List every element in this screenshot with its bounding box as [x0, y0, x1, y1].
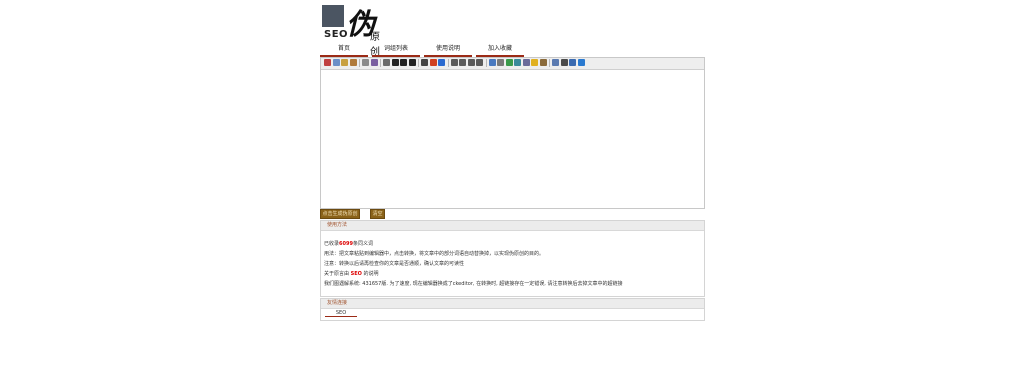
replace-icon[interactable] — [370, 59, 378, 66]
preview-icon[interactable] — [552, 59, 559, 66]
toolbar-separator — [447, 59, 449, 67]
usage-line-text: 用法：把文章粘贴到编辑器中，点击转换，将文章中的部分词语自动替换掉，以实现伪原创… — [324, 251, 545, 257]
paste-icon[interactable] — [341, 59, 348, 66]
usage-line: 注意：转换以后请再检查你的文章是否通顺，确认文章的可读性 — [324, 259, 701, 269]
toolbar-separator — [549, 59, 550, 67]
table-icon[interactable] — [522, 59, 530, 66]
usage-panel-title: 使用方法 — [321, 221, 704, 231]
main-nav: 首页 词组列表 使用说明 加入收藏 — [320, 44, 526, 57]
underline-icon[interactable] — [408, 59, 416, 66]
usage-line-text: 注意：转换以后请再检查你的文章是否通顺，确认文章的可读性 — [324, 261, 465, 267]
nav-phrase-list[interactable]: 词组列表 — [372, 44, 420, 57]
logo-seo-text: SEO — [324, 29, 349, 40]
cut-icon[interactable] — [324, 59, 331, 66]
align-center-icon[interactable] — [459, 59, 466, 66]
fullscreen-icon[interactable] — [569, 59, 576, 66]
usage-line-text: 关于原言由 — [324, 271, 351, 277]
toolbar-separator — [418, 59, 419, 67]
strike-icon[interactable] — [421, 59, 428, 66]
friend-links-panel: 友情连接 SEO — [320, 298, 705, 321]
align-right-icon[interactable] — [467, 59, 475, 66]
rich-text-editor — [320, 57, 705, 209]
usage-line: 用法：把文章粘贴到编辑器中，点击转换，将文章中的部分词语自动替换掉，以实现伪原创… — [324, 249, 701, 259]
anchor-icon[interactable] — [505, 59, 513, 66]
copy-icon[interactable] — [332, 59, 340, 66]
toolbar-separator — [359, 59, 360, 67]
align-left-icon[interactable] — [450, 59, 458, 66]
align-justify-icon[interactable] — [476, 59, 483, 66]
font-color-icon[interactable] — [429, 59, 437, 66]
unlink-icon[interactable] — [497, 59, 504, 66]
usage-panel-body: 已收录6099条同义词用法：把文章粘贴到编辑器中，点击转换，将文章中的部分词语自… — [321, 231, 704, 289]
toolbar-separator — [380, 59, 381, 67]
bold-icon[interactable] — [391, 59, 399, 66]
usage-line: 我们图遇解系统: 431657版. 为了速度, 现在编辑器换成了ckeditor… — [324, 279, 701, 289]
friend-links-title: 友情连接 — [321, 299, 704, 309]
usage-line-text: 条同义词 — [352, 241, 373, 247]
bg-color-icon[interactable] — [438, 59, 445, 66]
usage-line-highlight: SEO — [350, 271, 362, 277]
usage-line-highlight: 6099 — [339, 241, 353, 247]
nav-add-favorite[interactable]: 加入收藏 — [476, 44, 524, 57]
smiley-icon[interactable] — [531, 59, 538, 66]
usage-panel: 使用方法 已收录6099条同义词用法：把文章粘贴到编辑器中，点击转换，将文章中的… — [320, 220, 705, 297]
site-logo[interactable]: SEO 伪 原创 — [322, 5, 384, 58]
usage-line-text: 已收录 — [324, 241, 340, 247]
generate-pseudo-original-button[interactable]: 点击生成伪原创 — [320, 209, 360, 219]
logo-emblem-icon — [322, 5, 344, 27]
nav-home[interactable]: 首页 — [320, 44, 368, 57]
find-icon[interactable] — [362, 59, 369, 66]
print-icon[interactable] — [383, 59, 390, 66]
friend-link-item[interactable]: SEO — [325, 310, 357, 317]
paste-text-icon[interactable] — [349, 59, 357, 66]
editor-content-area[interactable] — [321, 70, 704, 208]
link-icon[interactable] — [488, 59, 496, 66]
usage-line-text: 的说明 — [361, 271, 379, 277]
source-icon[interactable] — [560, 59, 568, 66]
italic-icon[interactable] — [400, 59, 407, 66]
clear-button[interactable]: 清空 — [370, 209, 385, 219]
editor-toolbar — [321, 58, 704, 70]
nav-instructions[interactable]: 使用说明 — [424, 44, 472, 57]
usage-line: 关于原言由 SEO 的说明 — [324, 269, 701, 279]
usage-line-text: 我们图遇解系统: 431657版. 为了速度, 现在编辑器换成了ckeditor… — [324, 281, 623, 287]
about-icon[interactable] — [577, 59, 585, 66]
special-char-icon[interactable] — [539, 59, 547, 66]
toolbar-separator — [485, 59, 487, 67]
usage-line: 已收录6099条同义词 — [324, 239, 701, 249]
image-icon[interactable] — [514, 59, 521, 66]
